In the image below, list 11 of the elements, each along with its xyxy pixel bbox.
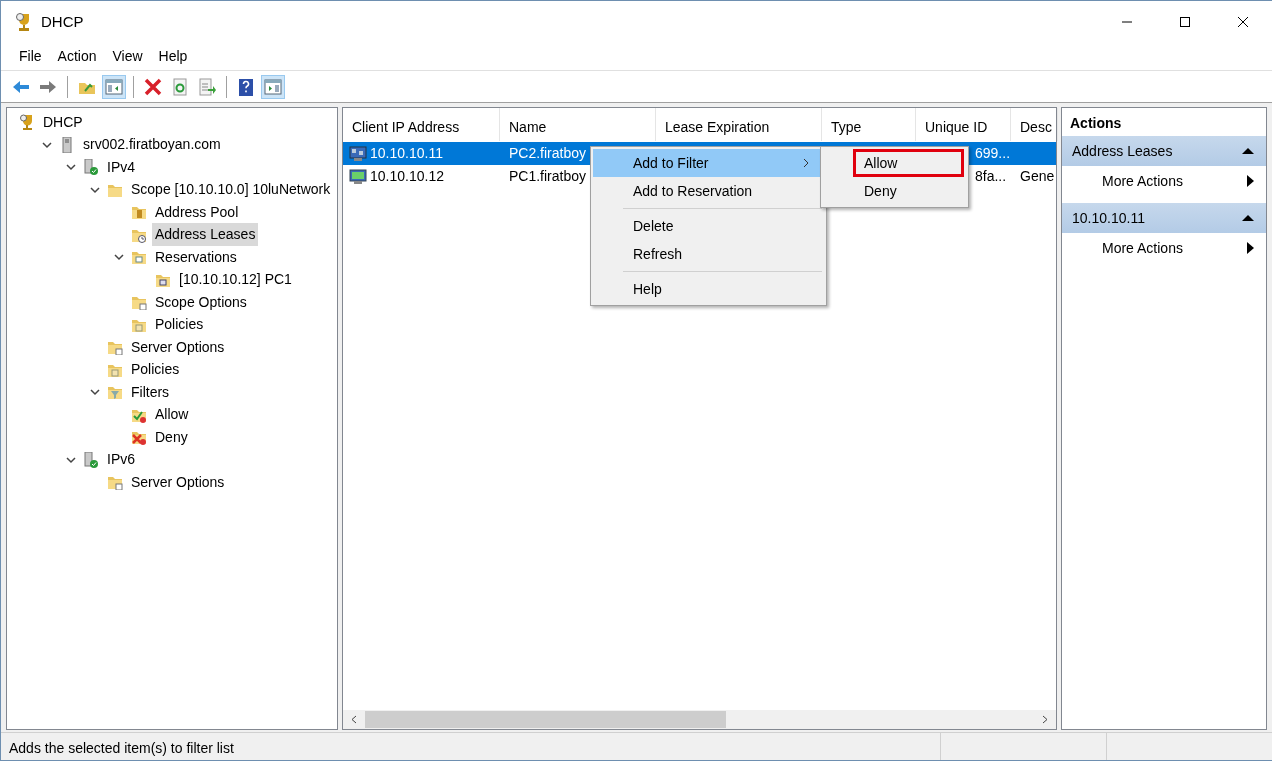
table-cell: 8fa...	[975, 168, 1007, 184]
section-title: Address Leases	[1072, 141, 1173, 161]
table-cell-text: 10.10.10.12	[370, 167, 444, 186]
table-cell: 699...	[975, 145, 1011, 161]
table-cell-text: 10.10.10.11	[370, 144, 443, 163]
table-cell: Gene	[1020, 168, 1055, 184]
table-cell: PC1.firatboy	[509, 168, 587, 184]
status-text: Adds the selected item(s) to filter list	[8, 739, 235, 758]
section-title: 10.10.10.11	[1072, 208, 1145, 228]
table-cell: PC2.firatboy	[509, 145, 587, 161]
window-title: DHCP	[41, 11, 84, 32]
